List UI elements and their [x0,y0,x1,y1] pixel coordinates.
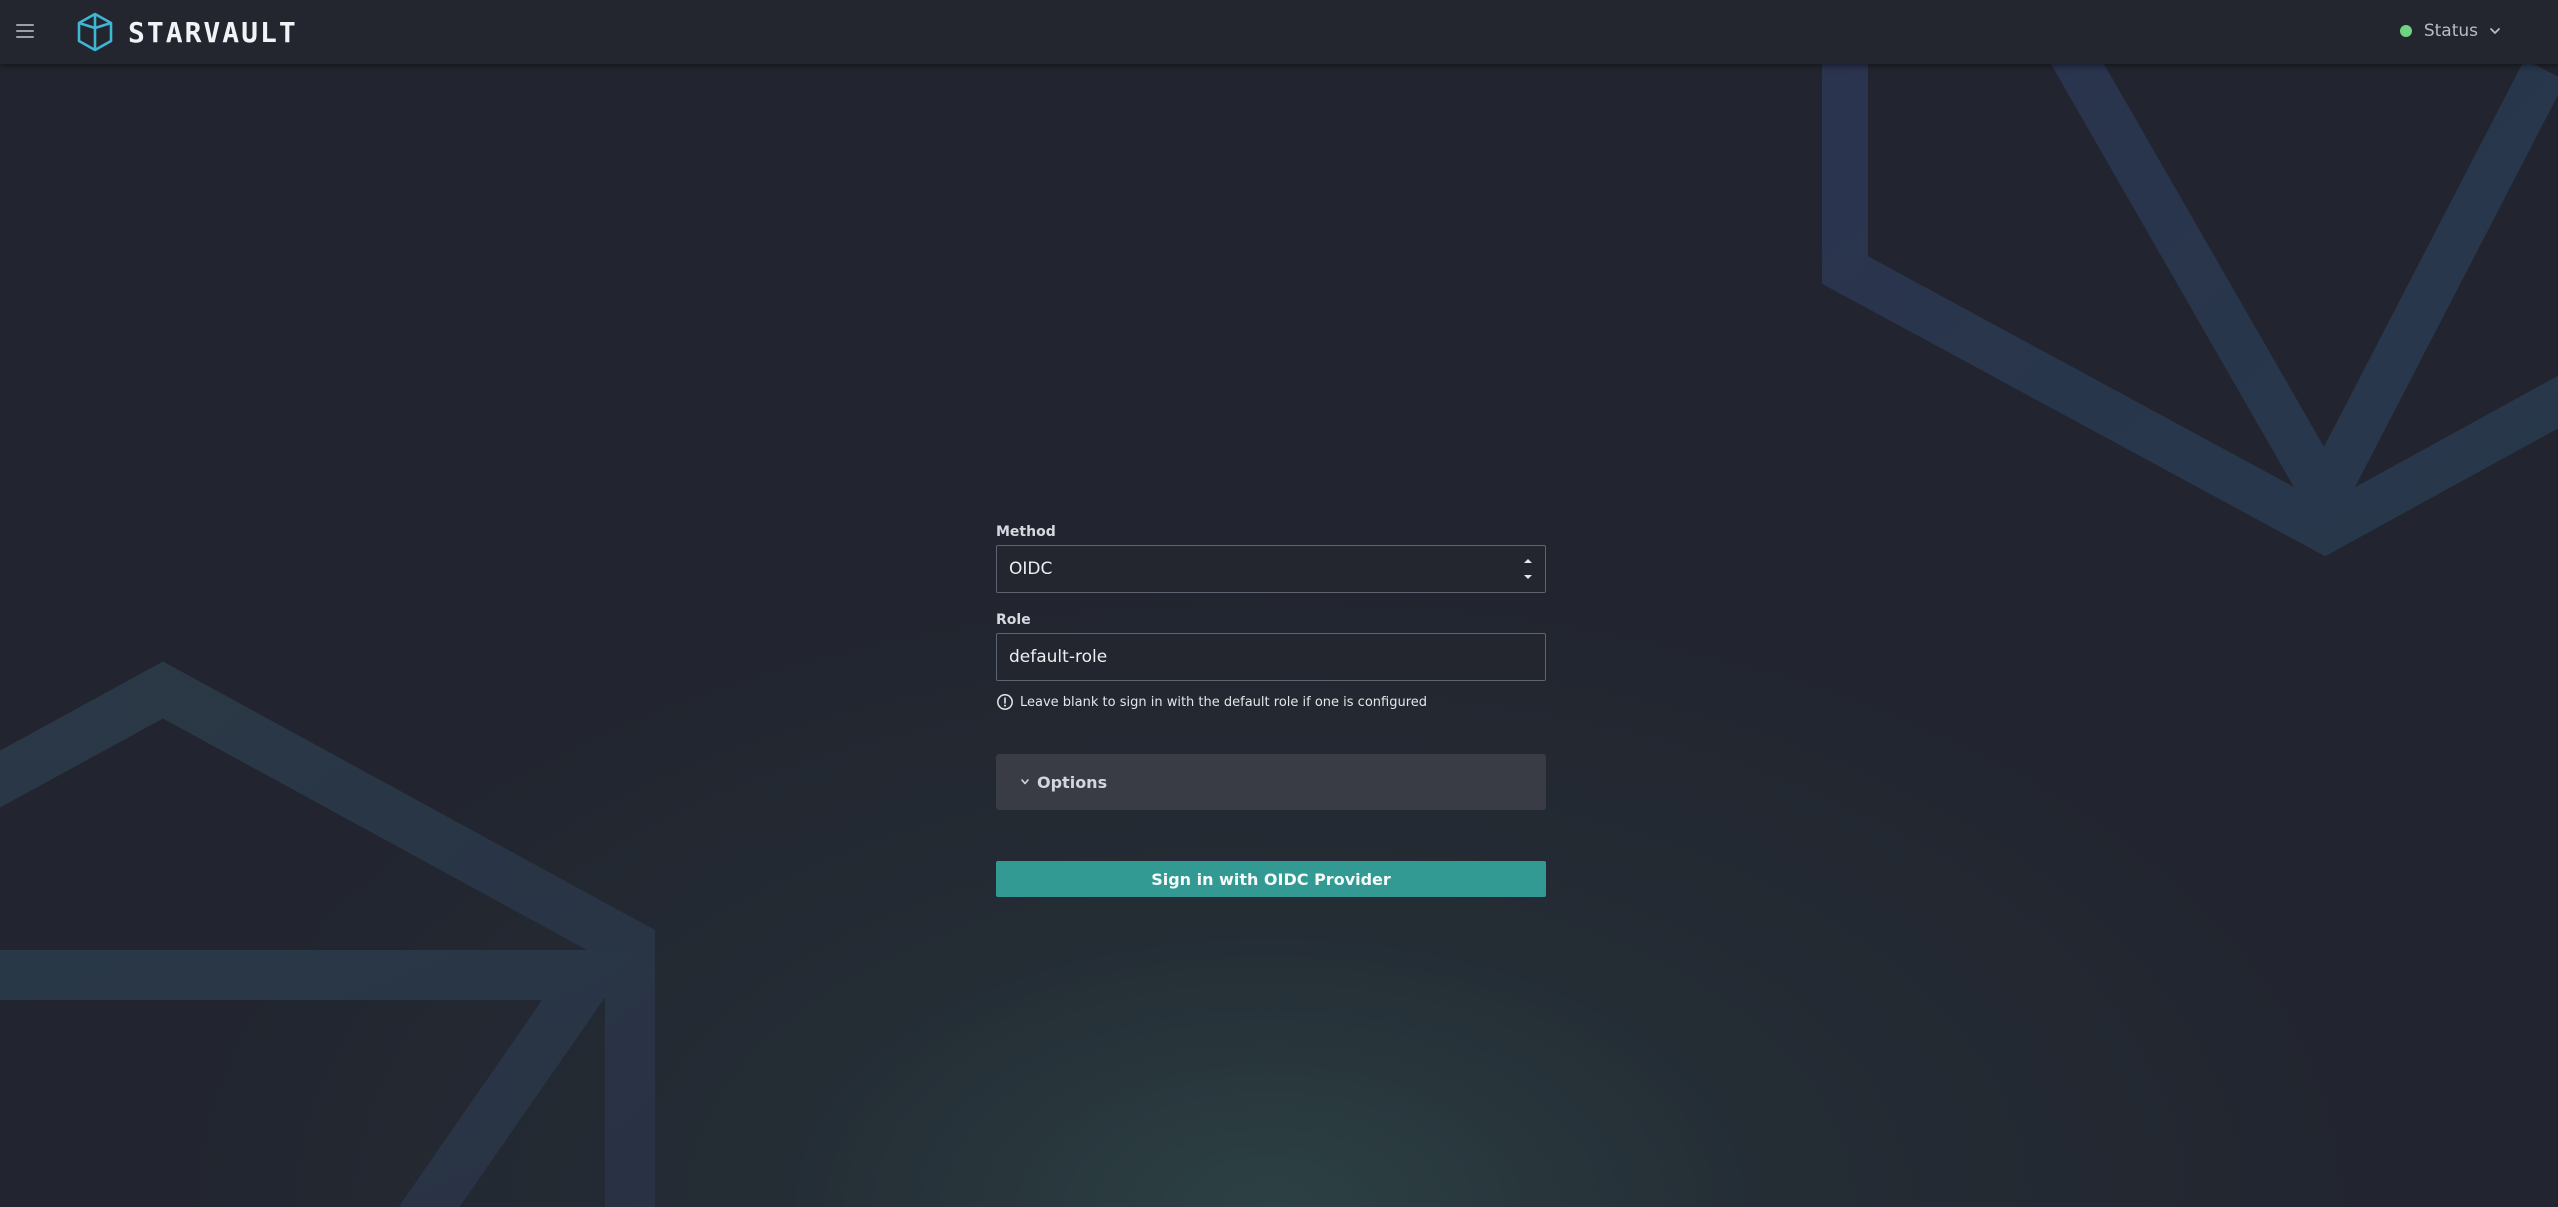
info-circle-icon [997,694,1013,710]
top-navigation-bar: STARVAULT Status [0,0,2558,64]
status-dropdown[interactable]: Status [2399,18,2502,44]
options-toggle[interactable]: Options [996,754,1546,810]
role-helper-message: Leave blank to sign in with the default … [1020,694,1428,710]
brand-name: STARVAULT [128,15,298,49]
sign-in-oidc-button[interactable]: Sign in with OIDC Provider [996,861,1546,897]
polyhedron-logo-icon [77,12,113,52]
brand-home-link[interactable]: STARVAULT [76,11,298,53]
status-indicator-dot [2399,25,2412,37]
role-helper-text: Leave blank to sign in with the default … [996,692,1546,712]
method-selected-value: OIDC [1009,559,1053,579]
sort-arrows-icon [1524,559,1532,579]
login-page: STARVAULT Status Method OIDC Role defaul… [0,0,2558,1207]
role-input[interactable] [996,633,1546,681]
status-label: Status [2423,21,2478,41]
chevron-down-icon [1021,779,1029,785]
method-select[interactable]: OIDC [996,545,1546,593]
method-label: Method [996,524,1056,540]
login-form: Method OIDC Role Leave blank to sign in … [996,522,1546,897]
hamburger-menu-icon[interactable] [14,20,36,42]
top-right-polyhedron-shape [1822,0,2558,557]
chevron-down-icon [2490,28,2500,34]
options-label: Options [1037,772,1108,792]
role-label: Role [996,612,1031,628]
bottom-left-polyhedron-shape [0,661,655,1207]
